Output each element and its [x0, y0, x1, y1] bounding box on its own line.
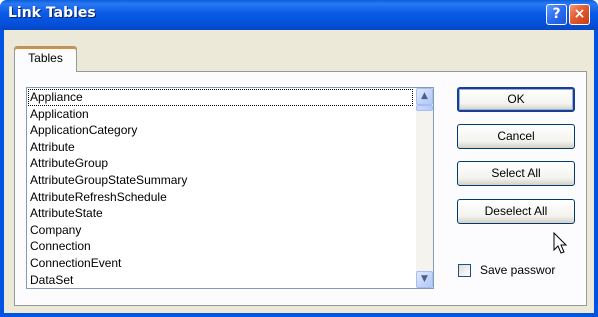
deselect-all-button[interactable]: Deselect All	[457, 199, 575, 224]
table-list-item[interactable]: Company	[28, 222, 413, 239]
help-icon: ?	[552, 6, 561, 22]
table-list-item[interactable]: AttributeState	[28, 205, 413, 222]
mouse-pointer-icon	[553, 232, 568, 254]
save-password-label[interactable]: Save passwor	[480, 262, 555, 278]
link-tables-dialog: Link Tables ? × Tables Appliance Applicat…	[0, 0, 598, 317]
tables-tab-panel: Appliance Application ApplicationCategory A…	[14, 71, 587, 306]
scroll-thumb[interactable]	[416, 105, 433, 111]
tables-listbox[interactable]: Appliance Application ApplicationCategory A…	[26, 87, 434, 289]
save-password-checkbox[interactable]	[458, 264, 471, 277]
tab-tables[interactable]: Tables	[14, 46, 77, 72]
listbox-scrollbar[interactable]: ▲ ▼	[416, 88, 433, 288]
close-icon: ×	[573, 6, 586, 22]
scroll-up-button[interactable]: ▲	[416, 88, 433, 105]
chevron-down-icon: ▼	[421, 274, 428, 284]
dialog-title: Link Tables	[8, 5, 96, 21]
cancel-button[interactable]: Cancel	[457, 124, 575, 149]
dialog-body: Tables Appliance Application ApplicationCa…	[4, 30, 594, 313]
close-button[interactable]: ×	[569, 4, 590, 25]
help-button[interactable]: ?	[546, 4, 567, 25]
table-list-item[interactable]: ApplicationCategory	[28, 122, 413, 139]
table-list-item[interactable]: AttributeGroup	[28, 155, 413, 172]
table-list-item[interactable]: Connection	[28, 238, 413, 255]
chevron-up-icon: ▲	[421, 91, 428, 101]
table-list-item[interactable]: AttributeRefreshSchedule	[28, 189, 413, 206]
scroll-down-button[interactable]: ▼	[416, 271, 433, 288]
table-list-item[interactable]: DataSet	[28, 272, 413, 288]
ok-button[interactable]: OK	[457, 87, 575, 112]
select-all-button[interactable]: Select All	[457, 161, 575, 186]
table-list-item[interactable]: ConnectionEvent	[28, 255, 413, 272]
title-bar[interactable]: Link Tables ? ×	[0, 0, 598, 30]
tables-list-items: Appliance Application ApplicationCategory A…	[28, 89, 413, 288]
table-list-item[interactable]: Attribute	[28, 139, 413, 156]
table-list-item[interactable]: AttributeGroupStateSummary	[28, 172, 413, 189]
table-list-item[interactable]: Appliance	[28, 89, 413, 106]
table-list-item[interactable]: Application	[28, 106, 413, 123]
